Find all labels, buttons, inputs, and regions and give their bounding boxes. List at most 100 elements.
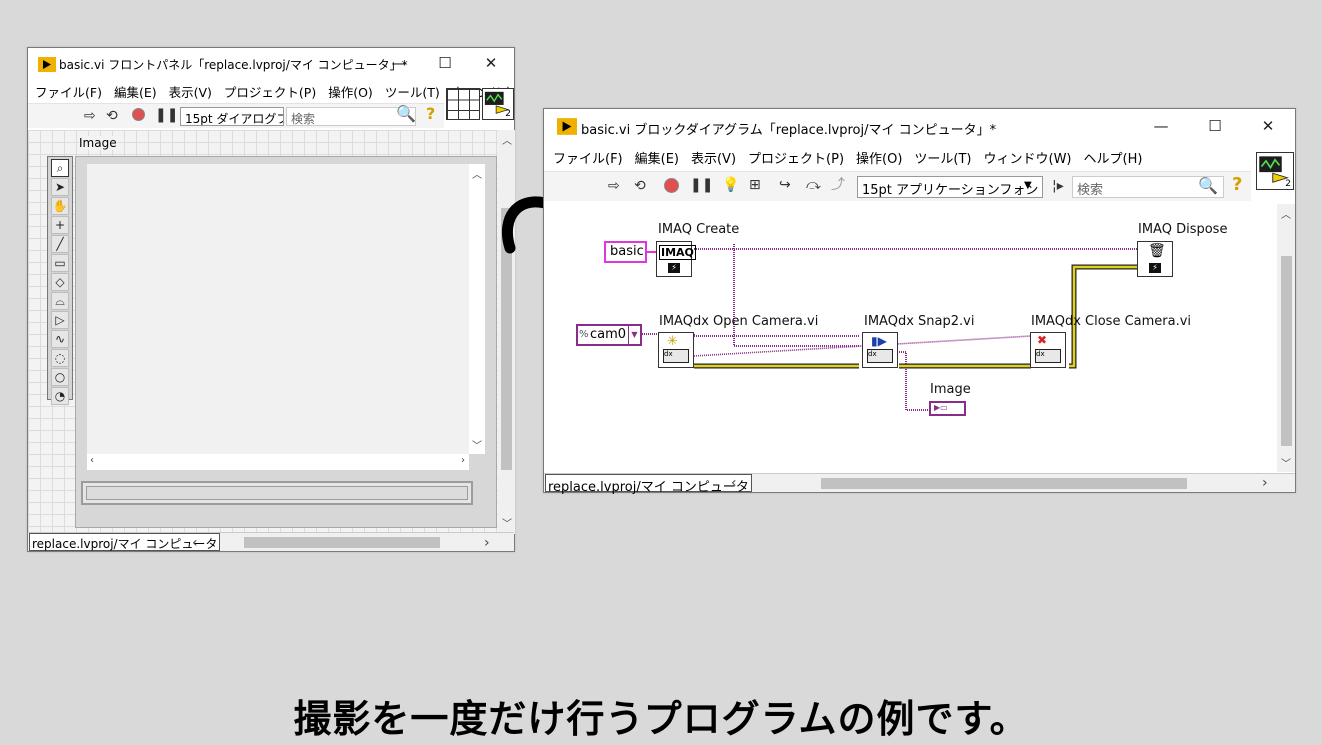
run-continuously-icon[interactable]: ⟲	[106, 108, 118, 124]
menu-edit[interactable]: 編集(E)	[114, 82, 157, 101]
menu-view[interactable]: 表示(V)	[691, 148, 736, 167]
image-display[interactable]: ︿ ﹀ ‹ ›	[75, 156, 497, 528]
front-panel-window: basic.vi フロントパネル「replace.lvproj/マイ コンピュー…	[27, 47, 515, 552]
oval-icon[interactable]: ⌓	[51, 292, 69, 310]
imaq-dispose-label: IMAQ Dispose	[1138, 222, 1228, 237]
run-arrow-icon[interactable]: ⇨	[608, 178, 620, 194]
close-button[interactable]: ✕	[468, 48, 514, 78]
menu-tools[interactable]: ツール(T)	[385, 82, 440, 101]
menu-project[interactable]: プロジェクト(P)	[224, 82, 316, 101]
help-icon[interactable]: ?	[426, 106, 435, 122]
connector-pane[interactable]	[446, 88, 480, 120]
menu-file[interactable]: ファイル(F)	[553, 148, 623, 167]
camera-icon: dx	[867, 349, 893, 363]
block-diagram-titlebar[interactable]: basic.vi ブロックダイアグラム「replace.lvproj/マイ コン…	[544, 109, 1295, 145]
step-into-icon[interactable]: ↪	[779, 177, 791, 193]
step-out-icon[interactable]: ⤴	[831, 177, 845, 193]
broken-annulus-icon[interactable]: ◔	[51, 387, 69, 405]
connector-count: 2	[1285, 179, 1291, 189]
pause-icon[interactable]: ❚❚	[155, 107, 178, 123]
open-camera-icon: ✳	[667, 334, 678, 349]
help-icon[interactable]: ?	[1232, 176, 1242, 194]
front-panel-titlebar[interactable]: basic.vi フロントパネル「replace.lvproj/マイ コンピュー…	[28, 48, 514, 81]
menu-view[interactable]: 表示(V)	[169, 82, 212, 101]
menu-help[interactable]: ヘルプ(H)	[1084, 148, 1143, 167]
zoom-icon[interactable]: ⌕	[51, 159, 69, 177]
imaq-create-node[interactable]: IMAQ ⚡	[656, 241, 696, 277]
basic-string-constant[interactable]: basic	[604, 241, 647, 263]
font-selector[interactable]: 15pt ダイアログフォント	[180, 107, 284, 126]
imaq-dispose-node[interactable]: 🗑 ⚡	[1137, 241, 1173, 277]
run-continuously-icon[interactable]: ⟲	[634, 178, 646, 194]
chevron-down-icon[interactable]: ▼	[628, 326, 640, 344]
scroll-down-icon[interactable]: ﹀	[1281, 455, 1291, 470]
reference-icon: ⚡	[668, 263, 680, 273]
vi-icon-pane[interactable]: 2	[482, 88, 514, 120]
menu-project[interactable]: プロジェクト(P)	[748, 148, 844, 167]
menu-operate[interactable]: 操作(O)	[328, 82, 373, 101]
block-diagram-toolbar: ⇨ ⟲ ❚❚ 💡 ⊞ ↪ ⤼ ⤴ 15pt アプリケーションフォント ▼ ¦▸ …	[544, 171, 1251, 201]
maximize-button[interactable]: ☐	[422, 48, 468, 78]
scroll-up-icon[interactable]: ︿	[472, 166, 482, 181]
menu-edit[interactable]: 編集(E)	[635, 148, 679, 167]
search-icon[interactable]: 🔍	[1198, 178, 1218, 194]
close-button[interactable]: ✕	[1245, 111, 1291, 141]
crosshair-icon[interactable]: +	[51, 216, 69, 234]
retain-wire-values-icon[interactable]: ⊞	[749, 177, 761, 193]
vi-icon-pane[interactable]: 2	[1256, 152, 1294, 190]
maximize-button[interactable]: ☐	[1192, 111, 1238, 141]
line-icon[interactable]: ╱	[51, 235, 69, 253]
chevron-down-icon[interactable]: ▼	[1024, 180, 1032, 191]
pause-icon[interactable]: ❚❚	[690, 177, 713, 193]
scroll-left-icon[interactable]: ‹	[90, 455, 94, 466]
rectangle-icon[interactable]: ▭	[51, 254, 69, 272]
circle-icon[interactable]: ○	[51, 368, 69, 386]
font-selector[interactable]: 15pt アプリケーションフォント	[857, 176, 1043, 198]
scroll-thumb[interactable]	[1281, 256, 1292, 446]
scroll-right-icon[interactable]: ›	[461, 455, 465, 466]
open-camera-node[interactable]: ✳ dx	[658, 332, 694, 368]
scroll-left-icon[interactable]: ‹	[731, 475, 737, 491]
menu-tools[interactable]: ツール(T)	[914, 148, 971, 167]
camera-name-constant[interactable]: % cam0 ▼	[576, 324, 642, 346]
scroll-left-icon[interactable]: ‹	[192, 535, 198, 551]
scroll-thumb[interactable]	[821, 478, 1187, 489]
align-objects-icon[interactable]: ¦▸	[1052, 178, 1064, 194]
scroll-right-icon[interactable]: ›	[484, 535, 490, 551]
annulus-icon[interactable]: ◌	[51, 349, 69, 367]
project-context-label: replace.lvproj/マイ コンピュータ	[545, 474, 752, 495]
menu-window[interactable]: ウィンドウ(W)	[984, 148, 1072, 167]
run-arrow-icon[interactable]: ⇨	[84, 108, 96, 124]
menu-file[interactable]: ファイル(F)	[35, 82, 102, 101]
image-vscrollbar[interactable]: ︿ ﹀	[469, 164, 485, 454]
front-panel-canvas[interactable]: Image ︿ ﹀ ‹ › ⌕ ➤ ✋ + ╱ ▭ ◇ ⌓ ▷ ∿ ◌ ○ ◔	[28, 130, 498, 534]
block-diagram-canvas[interactable]: basic IMAQ Create IMAQ ⚡ IMAQ Dispose 🗑 …	[544, 204, 1277, 472]
pan-icon[interactable]: ✋	[51, 197, 69, 215]
image-wire[interactable]	[899, 351, 929, 411]
snap2-node[interactable]: ▮▶ dx	[862, 332, 898, 368]
scroll-up-icon[interactable]: ︿	[1281, 206, 1291, 221]
polygon-icon[interactable]: ▷	[51, 311, 69, 329]
minimize-button[interactable]: —	[376, 48, 422, 78]
menu-operate[interactable]: 操作(O)	[856, 148, 902, 167]
rotated-rectangle-icon[interactable]: ◇	[51, 273, 69, 291]
step-over-icon[interactable]: ⤼	[806, 177, 821, 193]
scroll-down-icon[interactable]: ﹀	[472, 437, 482, 452]
image-wire[interactable]	[733, 244, 859, 347]
scroll-down-icon[interactable]: ﹀	[502, 515, 512, 530]
close-camera-node[interactable]: ✖ dx	[1030, 332, 1066, 368]
abort-icon[interactable]	[664, 178, 679, 197]
freehand-icon[interactable]: ∿	[51, 330, 69, 348]
scroll-up-icon[interactable]: ︿	[502, 132, 512, 147]
minimize-button[interactable]: —	[1138, 111, 1184, 141]
abort-icon[interactable]	[132, 108, 145, 125]
image-display-area[interactable]	[87, 164, 469, 454]
highlight-execution-icon[interactable]: 💡	[722, 177, 739, 193]
block-diagram-vscrollbar[interactable]: ︿ ﹀	[1277, 204, 1295, 472]
image-hscrollbar[interactable]: ‹ ›	[87, 454, 469, 470]
scroll-right-icon[interactable]: ›	[1262, 475, 1268, 491]
pointer-icon[interactable]: ➤	[51, 178, 69, 196]
scroll-thumb[interactable]	[244, 537, 440, 548]
search-icon[interactable]: 🔍	[396, 106, 416, 122]
image-indicator-terminal[interactable]: ▶▭	[929, 401, 966, 416]
